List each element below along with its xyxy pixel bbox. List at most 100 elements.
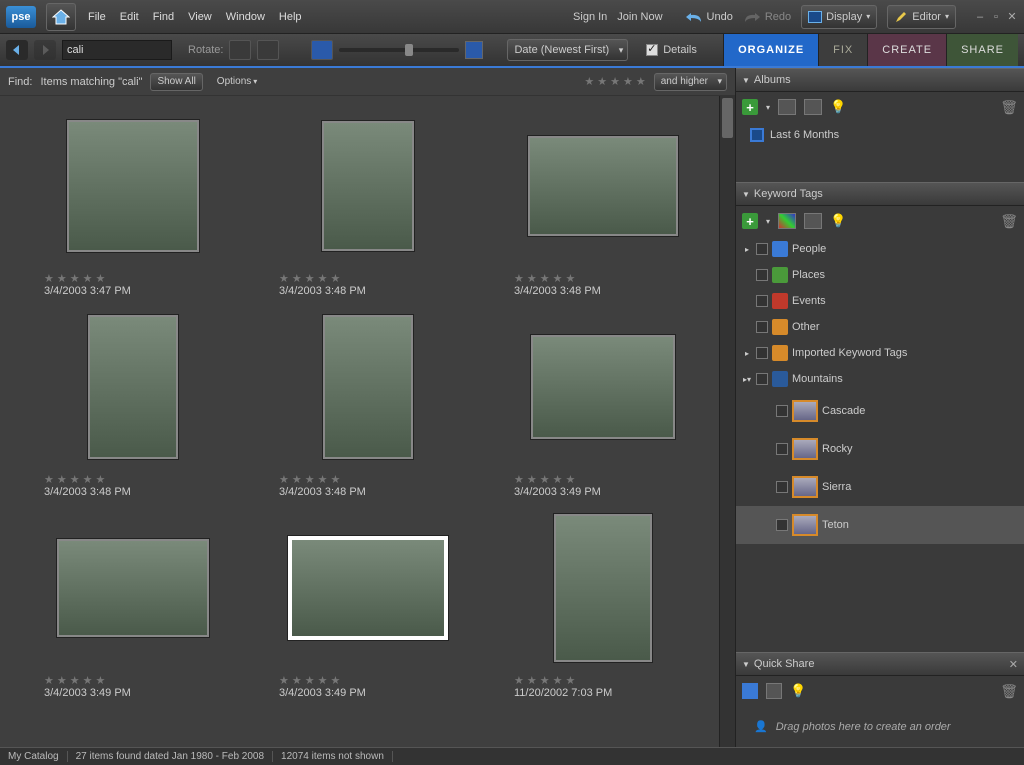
sort-dropdown[interactable]: Date (Newest First) bbox=[507, 39, 628, 61]
sign-in-link[interactable]: Sign In bbox=[573, 11, 607, 23]
album-last-6-months[interactable]: Last 6 Months bbox=[750, 128, 1010, 142]
undo-button[interactable]: Undo bbox=[685, 11, 733, 23]
trash-icon[interactable]: 🗑 bbox=[1000, 99, 1018, 116]
photo-rating[interactable]: ★★★★★ bbox=[44, 473, 245, 486]
photo-cell[interactable]: ★★★★★ 11/20/2002 7:03 PM bbox=[490, 508, 715, 699]
tag-category[interactable]: ▸People bbox=[736, 236, 1024, 262]
show-all-button[interactable]: Show All bbox=[150, 73, 202, 91]
photo-rating[interactable]: ★★★★★ bbox=[279, 674, 480, 687]
photo-rating[interactable]: ★★★★★ bbox=[514, 473, 715, 486]
tag-checkbox[interactable] bbox=[756, 295, 768, 307]
rating-filter-stars[interactable]: ★★★★★ bbox=[584, 75, 645, 88]
tag-checkbox[interactable] bbox=[756, 373, 768, 385]
trash-icon[interactable]: 🗑 bbox=[1000, 213, 1018, 230]
tag-category[interactable]: Events bbox=[736, 288, 1024, 314]
photo-thumbnail[interactable] bbox=[57, 539, 209, 637]
search-input[interactable] bbox=[62, 40, 172, 60]
tag-category[interactable]: ▸Imported Keyword Tags bbox=[736, 340, 1024, 366]
add-album-button[interactable]: + bbox=[742, 99, 758, 115]
photo-cell[interactable]: ★★★★★ 3/4/2003 3:49 PM bbox=[255, 508, 480, 699]
albums-panel-header[interactable]: ▼Albums bbox=[736, 68, 1024, 92]
hint-icon[interactable]: 💡 bbox=[830, 213, 846, 229]
photo-cell[interactable]: ★★★★★ 3/4/2003 3:47 PM bbox=[20, 106, 245, 297]
menu-window[interactable]: Window bbox=[226, 11, 265, 23]
photo-rating[interactable]: ★★★★★ bbox=[514, 674, 715, 687]
tag-checkbox[interactable] bbox=[756, 269, 768, 281]
menu-find[interactable]: Find bbox=[153, 11, 174, 23]
tag-checkbox[interactable] bbox=[756, 243, 768, 255]
tag-subcategory[interactable]: Teton bbox=[736, 506, 1024, 544]
single-view-button[interactable] bbox=[465, 41, 483, 59]
tag-tool-1[interactable] bbox=[778, 213, 796, 229]
tab-create[interactable]: CREATE bbox=[867, 34, 946, 66]
photo-thumbnail[interactable] bbox=[531, 335, 675, 439]
album-tool-2[interactable] bbox=[804, 99, 822, 115]
menu-help[interactable]: Help bbox=[279, 11, 302, 23]
photo-rating[interactable]: ★★★★★ bbox=[44, 272, 245, 285]
minimize-button[interactable]: – bbox=[974, 11, 986, 23]
photo-thumbnail[interactable] bbox=[322, 121, 414, 251]
tag-subcategory[interactable]: Sierra bbox=[736, 468, 1024, 506]
photo-cell[interactable]: ★★★★★ 3/4/2003 3:48 PM bbox=[255, 307, 480, 498]
photo-rating[interactable]: ★★★★★ bbox=[514, 272, 715, 285]
details-checkbox[interactable]: Details bbox=[646, 44, 697, 56]
expand-icon[interactable]: ▸ bbox=[742, 349, 752, 358]
tag-category[interactable]: Places bbox=[736, 262, 1024, 288]
trash-icon[interactable]: 🗑 bbox=[1000, 683, 1018, 700]
tags-panel-header[interactable]: ▼Keyword Tags bbox=[736, 182, 1024, 206]
maximize-button[interactable]: ▫ bbox=[990, 11, 1002, 23]
tag-category[interactable]: Other bbox=[736, 314, 1024, 340]
options-dropdown[interactable]: Options▾ bbox=[211, 73, 263, 91]
qs-tool-1[interactable] bbox=[742, 683, 758, 699]
tab-organize[interactable]: ORGANIZE bbox=[723, 34, 818, 66]
tag-checkbox[interactable] bbox=[776, 443, 788, 455]
qs-tool-2[interactable] bbox=[766, 683, 782, 699]
rotate-right-button[interactable] bbox=[257, 40, 279, 60]
thumbnail-size-slider[interactable] bbox=[339, 48, 459, 52]
editor-dropdown[interactable]: Editor▾ bbox=[887, 5, 956, 29]
join-now-link[interactable]: Join Now bbox=[617, 11, 662, 23]
tag-checkbox[interactable] bbox=[776, 481, 788, 493]
close-button[interactable]: ✕ bbox=[1006, 11, 1018, 23]
quickshare-dropzone[interactable]: 👤 Drag photos here to create an order bbox=[746, 712, 1014, 741]
tag-tool-2[interactable] bbox=[804, 213, 822, 229]
add-tag-button[interactable]: + bbox=[742, 213, 758, 229]
hint-icon[interactable]: 💡 bbox=[790, 683, 806, 699]
menu-edit[interactable]: Edit bbox=[120, 11, 139, 23]
menu-file[interactable]: File bbox=[88, 11, 106, 23]
photo-thumbnail[interactable] bbox=[554, 514, 652, 662]
photo-thumbnail[interactable] bbox=[88, 315, 178, 459]
tag-category[interactable]: ▸▾Mountains bbox=[736, 366, 1024, 392]
nav-back-button[interactable] bbox=[6, 40, 28, 60]
tag-checkbox[interactable] bbox=[776, 405, 788, 417]
hint-icon[interactable]: 💡 bbox=[830, 99, 846, 115]
slider-thumb[interactable] bbox=[405, 44, 413, 56]
scrollbar-thumb[interactable] bbox=[722, 98, 733, 138]
photo-thumbnail[interactable] bbox=[323, 315, 413, 459]
photo-thumbnail[interactable] bbox=[67, 120, 199, 252]
close-icon[interactable]: ✕ bbox=[1009, 658, 1018, 671]
rating-filter-dropdown[interactable]: and higher bbox=[654, 73, 727, 91]
photo-cell[interactable]: ★★★★★ 3/4/2003 3:48 PM bbox=[255, 106, 480, 297]
tag-subcategory[interactable]: Cascade bbox=[736, 392, 1024, 430]
photo-thumbnail[interactable] bbox=[528, 136, 678, 236]
tab-share[interactable]: SHARE bbox=[946, 34, 1018, 66]
rotate-left-button[interactable] bbox=[229, 40, 251, 60]
tab-fix[interactable]: FIX bbox=[818, 34, 867, 66]
tag-checkbox[interactable] bbox=[756, 347, 768, 359]
tag-checkbox[interactable] bbox=[776, 519, 788, 531]
nav-forward-button[interactable] bbox=[34, 40, 56, 60]
expand-icon[interactable]: ▸ bbox=[742, 245, 752, 254]
photo-cell[interactable]: ★★★★★ 3/4/2003 3:49 PM bbox=[20, 508, 245, 699]
browser-scrollbar[interactable] bbox=[719, 96, 735, 747]
grid-view-button[interactable] bbox=[311, 40, 333, 60]
tag-subcategory[interactable]: Rocky bbox=[736, 430, 1024, 468]
photo-thumbnail[interactable] bbox=[288, 536, 448, 640]
photo-cell[interactable]: ★★★★★ 3/4/2003 3:48 PM bbox=[20, 307, 245, 498]
photo-cell[interactable]: ★★★★★ 3/4/2003 3:48 PM bbox=[490, 106, 715, 297]
photo-cell[interactable]: ★★★★★ 3/4/2003 3:49 PM bbox=[490, 307, 715, 498]
photo-rating[interactable]: ★★★★★ bbox=[44, 674, 245, 687]
tag-checkbox[interactable] bbox=[756, 321, 768, 333]
quickshare-panel-header[interactable]: ▼Quick Share✕ bbox=[736, 652, 1024, 676]
photo-rating[interactable]: ★★★★★ bbox=[279, 272, 480, 285]
